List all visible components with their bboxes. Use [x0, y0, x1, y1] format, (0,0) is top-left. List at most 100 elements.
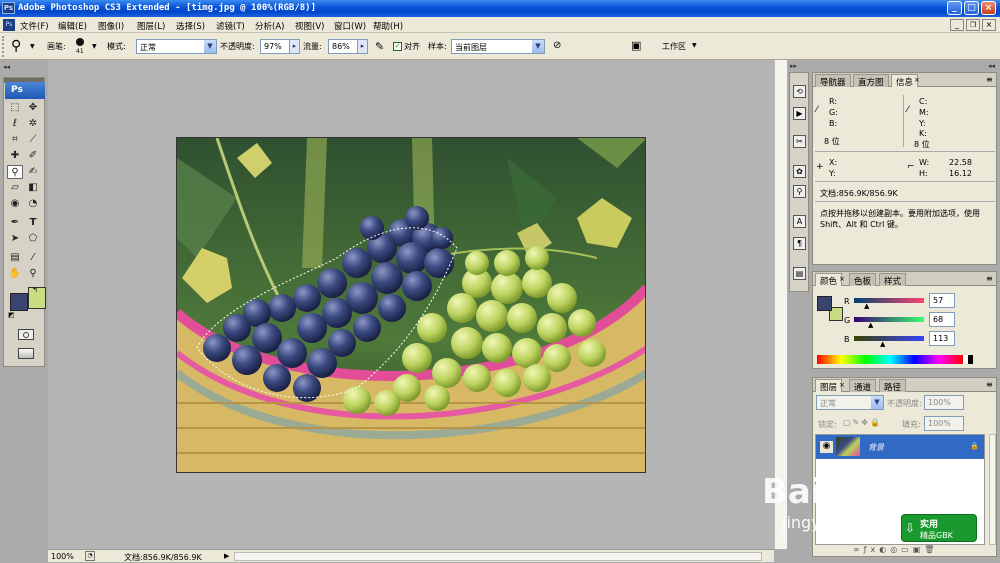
menu-analysis[interactable]: 分析(A) [255, 20, 284, 32]
tab-navigator[interactable]: 导航器 [815, 74, 851, 88]
color-fg-swatch[interactable] [817, 296, 832, 311]
character-icon[interactable]: A [793, 215, 806, 228]
align-checkbox[interactable]: ✓ [393, 42, 402, 51]
menu-edit[interactable]: 编辑(E) [58, 20, 87, 32]
zoom-level[interactable]: 100% [51, 552, 74, 561]
dock-collapse-icon[interactable]: ▸▸ [790, 62, 797, 70]
brushes-icon[interactable]: ✿ [793, 165, 806, 178]
opacity-field[interactable]: 97% [260, 39, 290, 54]
bw-ramp[interactable] [963, 355, 973, 364]
menu-help[interactable]: 帮助(H) [373, 20, 403, 32]
slice-tool-icon[interactable]: ⟋ [25, 133, 41, 147]
paragraph-icon[interactable]: ¶ [793, 237, 806, 250]
notes-tool-icon[interactable]: ▤ [7, 251, 23, 265]
tab-paths[interactable]: 路径 [879, 379, 907, 393]
palette-well-icon[interactable]: ▣ [631, 39, 641, 52]
foreground-color-swatch[interactable] [10, 293, 28, 311]
mode-select[interactable]: 正常 ▼ [136, 39, 217, 54]
layer-row-background[interactable]: ◉ 背景 🔒 [816, 435, 984, 459]
brush-picker-arrow-icon[interactable]: ▼ [92, 43, 97, 50]
document-image[interactable] [176, 137, 646, 473]
tab-channels[interactable]: 通道 [849, 379, 877, 393]
healing-brush-icon[interactable]: ✚ [7, 149, 23, 163]
gradient-tool-icon[interactable]: ◧ [25, 181, 41, 195]
eraser-tool-icon[interactable]: ▱ [7, 181, 23, 195]
b-slider-thumb-icon[interactable]: ▲ [880, 340, 885, 348]
menu-window[interactable]: 窗口(W) [334, 20, 366, 32]
workspace-button[interactable]: 工作区 [662, 41, 686, 52]
g-slider-thumb-icon[interactable]: ▲ [868, 321, 873, 329]
clone-stamp-tool-icon[interactable]: ⚲ [11, 38, 21, 54]
shape-tool-icon[interactable]: ⬠ [25, 232, 41, 246]
close-tab-icon[interactable]: × [839, 381, 845, 389]
magic-wand-icon[interactable]: ✲ [25, 117, 41, 131]
status-menu-arrow-icon[interactable]: ▶ [224, 552, 229, 560]
doc-restore-icon[interactable]: ❐ [966, 19, 980, 31]
quick-mask-icon[interactable] [18, 329, 34, 340]
b-slider[interactable] [854, 336, 924, 341]
close-button[interactable]: × [981, 1, 996, 15]
g-slider[interactable] [854, 317, 924, 322]
brush-preview-icon[interactable] [76, 38, 84, 46]
panel-menu-icon[interactable]: ≡ [986, 274, 993, 283]
actions-icon[interactable]: ▶ [793, 107, 806, 120]
ignore-adjustment-layers-icon[interactable]: ⊘ [553, 40, 561, 51]
clone-stamp-icon[interactable]: ⚲ [7, 165, 23, 179]
panel-menu-icon[interactable]: ≡ [986, 380, 993, 389]
horizontal-scrollbar[interactable] [234, 552, 762, 561]
history-icon[interactable]: ⟲ [793, 85, 806, 98]
pen-tool-icon[interactable]: ✒ [7, 216, 23, 230]
minimize-button[interactable]: _ [947, 1, 962, 15]
menu-select[interactable]: 选择(S) [176, 20, 205, 32]
color-ramp[interactable] [817, 355, 963, 364]
zoom-tool-icon[interactable]: ⚲ [25, 267, 41, 281]
brush-tool-icon[interactable]: ✐ [25, 149, 41, 163]
airbrush-icon[interactable]: ✎ [375, 40, 384, 53]
status-icon[interactable]: ◔ [85, 551, 95, 561]
tool-presets-icon[interactable]: ✂ [793, 135, 806, 148]
crop-tool-icon[interactable]: ⌗ [7, 133, 23, 147]
tab-histogram[interactable]: 直方图 [853, 74, 889, 88]
flow-field[interactable]: 86% [328, 39, 358, 54]
screen-mode-icon[interactable] [18, 348, 34, 359]
maximize-button[interactable]: □ [964, 1, 979, 15]
lasso-tool-icon[interactable]: ℓ [7, 117, 23, 131]
tab-color[interactable]: 颜色 [815, 273, 843, 287]
clone-source-icon[interactable]: ⚲ [793, 185, 806, 198]
r-field[interactable]: 57 [929, 293, 955, 308]
layer-opacity-field[interactable]: 100% [924, 395, 964, 410]
panel-menu-icon[interactable]: ≡ [986, 75, 993, 84]
eyedropper-icon[interactable]: ⁄ [25, 251, 41, 265]
b-field[interactable]: 113 [929, 331, 955, 346]
toolbox-collapse-icon[interactable]: ◂◂ [3, 63, 10, 71]
menu-view[interactable]: 视图(V) [295, 20, 324, 32]
sample-select[interactable]: 当前图层 ▼ [451, 39, 545, 54]
menu-filter[interactable]: 滤镜(T) [216, 20, 245, 32]
layers-scrollbar[interactable] [989, 434, 996, 545]
r-slider-thumb-icon[interactable]: ▲ [864, 302, 869, 310]
eye-icon[interactable]: ◉ [820, 441, 833, 453]
blend-mode-select[interactable]: 正常 ▼ [816, 395, 884, 410]
doc-close-icon[interactable]: × [982, 19, 996, 31]
menu-file[interactable]: 文件(F) [20, 20, 49, 32]
menu-layer[interactable]: 图层(L) [137, 20, 165, 32]
dodge-tool-icon[interactable]: ◔ [25, 197, 41, 211]
layer-comps-icon[interactable]: ▤ [793, 267, 806, 280]
tab-swatches[interactable]: 色板 [849, 273, 877, 287]
type-tool-icon[interactable]: T [25, 216, 41, 230]
close-tab-icon[interactable]: × [839, 275, 845, 283]
marquee-tool-icon[interactable]: ⬚ [7, 101, 23, 115]
hand-tool-icon[interactable]: ✋ [7, 267, 23, 281]
g-field[interactable]: 68 [929, 312, 955, 327]
toolbox-logo[interactable]: Ps [5, 82, 45, 99]
workspace-arrow-icon[interactable]: ▼ [692, 42, 697, 49]
doc-minimize-icon[interactable]: _ [950, 19, 964, 31]
menu-image[interactable]: 图像(I) [98, 20, 124, 32]
blur-tool-icon[interactable]: ◉ [7, 197, 23, 211]
tab-styles[interactable]: 样式 [879, 273, 907, 287]
default-colors-icon[interactable]: ◩ [8, 311, 15, 319]
close-tab-icon[interactable]: × [914, 76, 920, 84]
tab-layers[interactable]: 图层 [815, 379, 843, 393]
lock-icons[interactable]: ▢✎✥🔒 [843, 418, 882, 427]
swap-colors-icon[interactable]: ↰ [32, 286, 38, 294]
